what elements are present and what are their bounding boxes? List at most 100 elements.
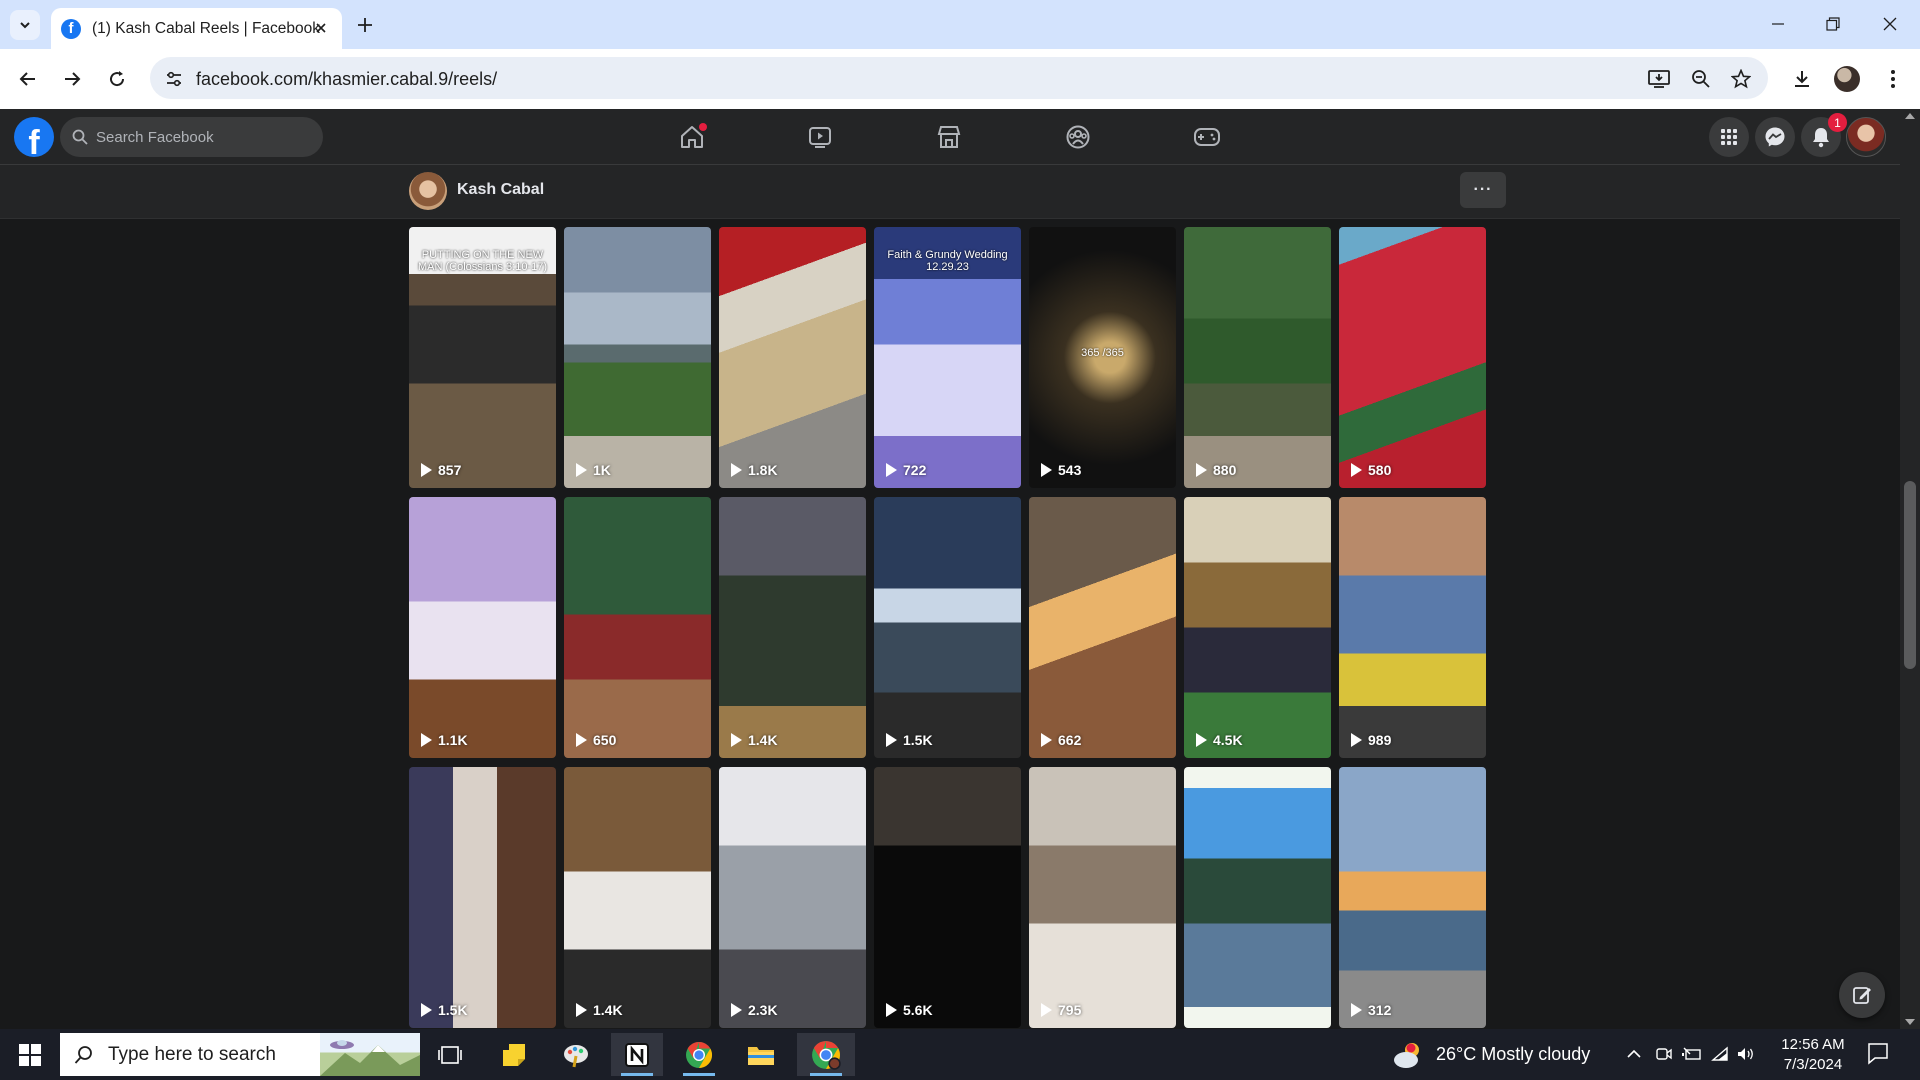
reel-thumbnail[interactable]: PUTTING ON THE NEW MAN (Colossians 3:10-… xyxy=(409,227,556,488)
reel-view-count: 2.3K xyxy=(731,1002,778,1018)
reel-thumbnail[interactable]: 650 xyxy=(564,497,711,758)
nav-gaming[interactable] xyxy=(1152,113,1262,161)
address-bar[interactable]: facebook.com/khasmier.cabal.9/reels/ xyxy=(150,57,1768,99)
reel-thumbnail[interactable]: 1.4K xyxy=(564,767,711,1028)
facebook-search-input[interactable]: Search Facebook xyxy=(60,117,323,157)
reel-overlay-text: Faith & Grundy Wedding 12.29.23 xyxy=(887,249,1008,273)
account-avatar[interactable] xyxy=(1846,117,1886,157)
site-info-icon[interactable] xyxy=(162,67,186,91)
nav-home[interactable] xyxy=(637,113,747,161)
chevron-up-icon[interactable] xyxy=(1625,1045,1643,1063)
palette-icon xyxy=(564,1044,588,1067)
play-icon xyxy=(1041,733,1052,747)
reel-thumbnail[interactable]: 662 xyxy=(1029,497,1176,758)
view-count-text: 312 xyxy=(1368,1002,1392,1018)
bell-icon xyxy=(1813,128,1829,148)
reel-thumbnail[interactable]: Faith & Grundy Wedding 12.29.23 722 xyxy=(874,227,1021,488)
file-explorer-app[interactable] xyxy=(735,1033,787,1076)
forward-button[interactable] xyxy=(57,64,87,94)
notifications-button[interactable]: 1 xyxy=(1801,113,1847,157)
close-window-button[interactable] xyxy=(1870,8,1910,40)
battery-icon[interactable] xyxy=(1682,1045,1702,1063)
task-view-button[interactable] xyxy=(424,1033,476,1076)
reel-thumbnail[interactable]: 2.3K xyxy=(719,767,866,1028)
profile-avatar xyxy=(1834,66,1860,92)
reel-view-count: 4.5K xyxy=(1196,732,1243,748)
nav-video[interactable] xyxy=(765,113,875,161)
reel-thumbnail[interactable]: 1.1K xyxy=(409,497,556,758)
back-button[interactable] xyxy=(13,64,43,94)
view-count-text: 1K xyxy=(593,462,611,478)
meet-now-icon[interactable] xyxy=(1655,1045,1673,1063)
nav-marketplace[interactable] xyxy=(894,113,1004,161)
weather-widget[interactable]: 26°C Mostly cloudy xyxy=(1392,1037,1602,1073)
cloudy-weather-icon xyxy=(1394,1043,1419,1068)
messenger-button[interactable] xyxy=(1755,117,1795,157)
reel-thumbnail[interactable]: 880 xyxy=(1184,227,1331,488)
tab-close-button[interactable] xyxy=(312,19,330,37)
clock-time: 12:56 AM xyxy=(1781,1036,1845,1053)
page-scrollbar[interactable] xyxy=(1900,109,1920,1029)
restore-button[interactable] xyxy=(1813,8,1853,40)
reel-thumbnail[interactable]: 1.8K xyxy=(719,227,866,488)
downloads-button[interactable] xyxy=(1787,64,1817,94)
minimize-button[interactable] xyxy=(1758,8,1798,40)
reel-thumbnail[interactable]: 365 /365 543 xyxy=(1029,227,1176,488)
scroll-down-arrow[interactable] xyxy=(1905,1019,1915,1025)
wifi-icon[interactable] xyxy=(1710,1045,1730,1063)
browser-tab-strip: f (1) Kash Cabal Reels | Facebook xyxy=(0,0,1920,49)
reel-thumbnail[interactable] xyxy=(1184,767,1331,1028)
reel-thumbnail[interactable]: 1.5K xyxy=(874,497,1021,758)
reel-thumbnail[interactable]: 1.4K xyxy=(719,497,866,758)
profile-name[interactable]: Kash Cabal xyxy=(457,181,544,199)
clock-date: 7/3/2024 xyxy=(1783,1056,1843,1073)
reel-thumbnail[interactable]: 1.5K xyxy=(409,767,556,1028)
scroll-thumb[interactable] xyxy=(1904,481,1916,669)
reload-button[interactable] xyxy=(102,64,132,94)
tab-title: (1) Kash Cabal Reels | Facebook xyxy=(92,19,321,37)
reel-overlay-text: 365 /365 xyxy=(1081,347,1124,359)
notion-app[interactable] xyxy=(611,1033,663,1076)
url-text[interactable]: facebook.com/khasmier.cabal.9/reels/ xyxy=(196,69,497,90)
search-icon xyxy=(72,129,88,145)
install-icon xyxy=(1648,70,1670,88)
view-count-text: 650 xyxy=(593,732,617,748)
chrome-menu-button[interactable] xyxy=(1878,64,1908,94)
profile-avatar[interactable] xyxy=(409,172,447,210)
menu-button[interactable] xyxy=(1709,117,1749,157)
reels-grid: PUTTING ON THE NEW MAN (Colossians 3:10-… xyxy=(409,227,1491,1029)
sticky-notes-app[interactable] xyxy=(488,1033,540,1076)
reel-thumbnail[interactable]: 312 xyxy=(1339,767,1486,1028)
notification-center-button[interactable] xyxy=(1866,1041,1894,1069)
reel-thumbnail[interactable]: 795 xyxy=(1029,767,1176,1028)
reel-thumbnail[interactable]: 989 xyxy=(1339,497,1486,758)
bookmark-button[interactable] xyxy=(1728,66,1754,92)
install-app-button[interactable] xyxy=(1646,66,1672,92)
zoom-button[interactable] xyxy=(1688,66,1714,92)
facebook-logo[interactable]: f xyxy=(14,117,54,157)
new-message-button[interactable] xyxy=(1839,972,1885,1018)
reel-thumbnail[interactable]: 4.5K xyxy=(1184,497,1331,758)
reel-thumbnail[interactable]: 580 xyxy=(1339,227,1486,488)
chrome-app-active[interactable] xyxy=(797,1033,855,1076)
nav-groups[interactable] xyxy=(1023,113,1133,161)
taskbar-clock[interactable]: 12:56 AM 7/3/2024 xyxy=(1768,1035,1858,1075)
profile-more-button[interactable]: ··· xyxy=(1460,172,1506,208)
reel-view-count: 543 xyxy=(1041,462,1081,478)
profile-button[interactable] xyxy=(1832,64,1862,94)
chrome-icon xyxy=(686,1041,713,1068)
chrome-app[interactable] xyxy=(673,1033,725,1076)
view-count-text: 1.1K xyxy=(438,732,468,748)
paint-app[interactable] xyxy=(550,1033,602,1076)
reel-thumbnail[interactable]: 5.6K xyxy=(874,767,1021,1028)
play-icon xyxy=(731,1003,742,1017)
tab-search-button[interactable] xyxy=(10,10,40,40)
browser-tab-active[interactable]: f (1) Kash Cabal Reels | Facebook xyxy=(51,8,342,49)
volume-icon[interactable] xyxy=(1736,1045,1756,1063)
start-button[interactable] xyxy=(12,1041,48,1069)
new-tab-button[interactable] xyxy=(352,12,378,38)
taskbar-search-input[interactable]: Type here to search xyxy=(60,1033,420,1076)
scroll-up-arrow[interactable] xyxy=(1905,113,1915,119)
reel-thumbnail[interactable]: 1K xyxy=(564,227,711,488)
reel-overlay-text: PUTTING ON THE NEW MAN (Colossians 3:10-… xyxy=(418,249,547,273)
